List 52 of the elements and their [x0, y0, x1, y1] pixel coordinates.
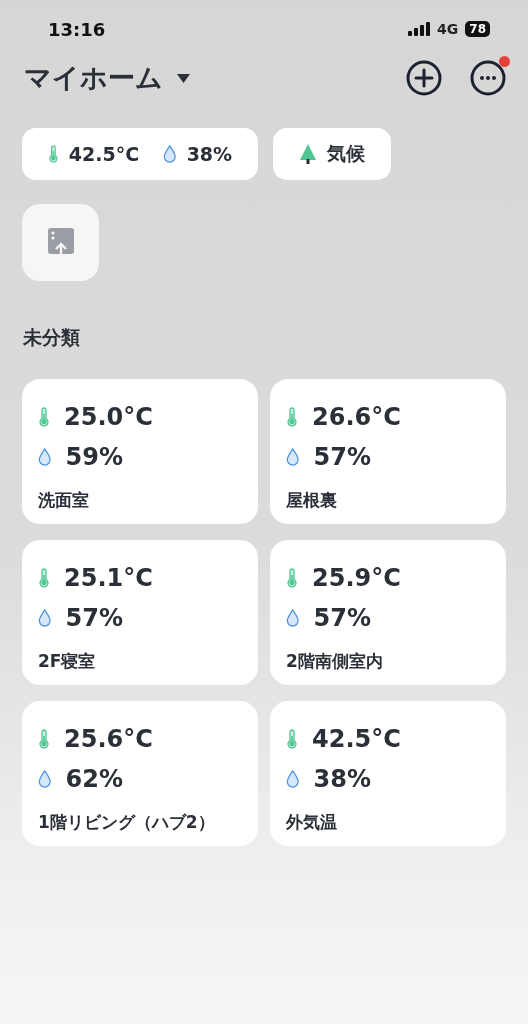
room-name: 屋根裏 — [286, 489, 338, 512]
water-drop-icon — [163, 145, 177, 163]
tree-icon — [299, 144, 318, 164]
thermometer-icon — [38, 407, 50, 427]
temperature-value: 25.6°C — [64, 725, 153, 753]
room-name: 洗面室 — [38, 489, 90, 512]
humidity-value: 38% — [313, 765, 371, 793]
caret-icon — [177, 73, 190, 83]
humidity-value: 57% — [65, 604, 123, 632]
humidity-value: 59% — [65, 443, 123, 471]
climate-chip[interactable]: 気候 — [273, 128, 392, 180]
sensor-card[interactable]: 26.6°C 57% 屋根裏 — [270, 379, 506, 524]
battery-level: 78 — [465, 21, 490, 37]
water-drop-icon — [38, 770, 52, 788]
temperature-value: 25.9°C — [312, 564, 401, 592]
thermometer-icon — [48, 145, 59, 163]
summary-temperature: 42.5°C — [68, 143, 140, 165]
sensor-card[interactable]: 25.1°C 57% 2F寝室 — [22, 540, 258, 685]
temperature-value: 25.1°C — [64, 564, 153, 592]
climate-label: 気候 — [327, 141, 366, 166]
home-selector[interactable]: マイホーム — [24, 60, 190, 96]
thermometer-icon — [286, 729, 298, 749]
summary-humidity: 38% — [186, 143, 233, 165]
thermometer-icon — [286, 407, 298, 427]
signal-icon — [408, 22, 431, 36]
humidity-value: 62% — [65, 765, 123, 793]
sensor-card[interactable]: 42.5°C 38% 外気温 — [270, 701, 506, 846]
water-drop-icon — [38, 609, 52, 627]
temperature-value: 26.6°C — [312, 403, 401, 431]
section-title: 未分類 — [23, 325, 81, 350]
sensor-card[interactable]: 25.6°C 62% 1階リビング（ハブ2） — [22, 701, 258, 846]
room-name: 2F寝室 — [38, 650, 97, 673]
water-drop-icon — [286, 609, 300, 627]
water-drop-icon — [38, 448, 52, 466]
status-time: 13:16 — [48, 18, 106, 40]
thermometer-icon — [38, 729, 50, 749]
network-label: 4G — [437, 21, 459, 37]
temperature-value: 42.5°C — [312, 725, 401, 753]
humidity-value: 57% — [313, 604, 371, 632]
humidity-value: 57% — [313, 443, 371, 471]
room-name: 外気温 — [286, 811, 338, 834]
water-drop-icon — [286, 448, 300, 466]
thermometer-icon — [38, 568, 50, 588]
water-drop-icon — [286, 770, 300, 788]
add-button[interactable] — [406, 60, 442, 96]
room-name: 2階南側室内 — [286, 650, 384, 673]
thermometer-icon — [286, 568, 298, 588]
weather-summary-chip[interactable]: 42.5°C 38% — [22, 128, 259, 180]
sensor-card[interactable]: 25.0°C 59% 洗面室 — [22, 379, 258, 524]
temperature-value: 25.0°C — [64, 403, 153, 431]
room-name: 1階リビング（ハブ2） — [38, 811, 216, 834]
sensor-card[interactable]: 25.9°C 57% 2階南側室内 — [270, 540, 506, 685]
